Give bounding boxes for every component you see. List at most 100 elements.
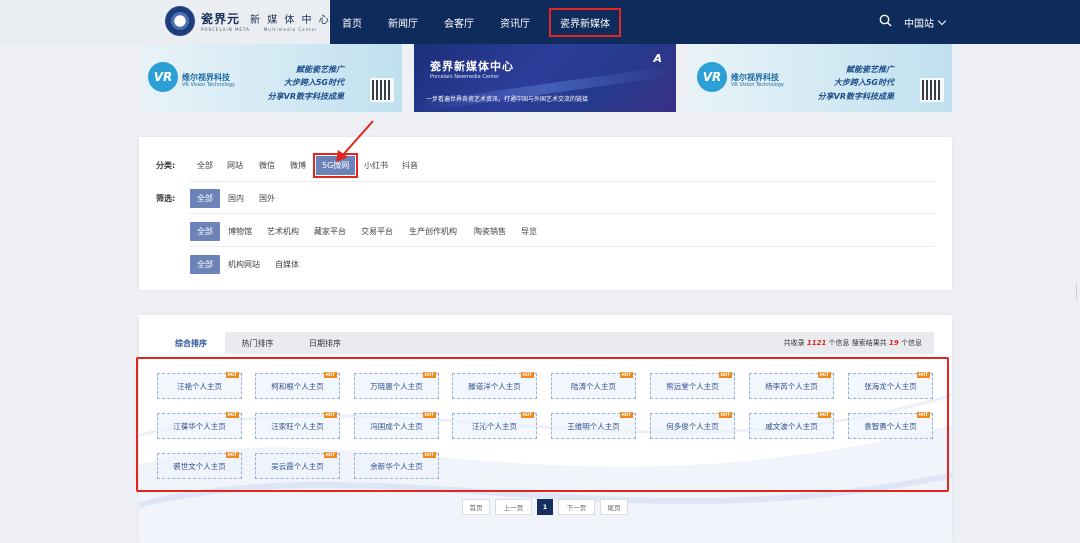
vr-logo-icon: VR — [148, 62, 178, 92]
profile-card-label: 柯和根个人主页 — [271, 381, 324, 391]
tab-date[interactable]: 日期排序 — [290, 332, 360, 354]
hot-badge: HOT — [422, 412, 436, 418]
type-museum[interactable]: 博物馆 — [228, 226, 252, 237]
banner-slogan-line1: 赋能瓷艺推广 — [296, 65, 344, 74]
type-all[interactable]: 全部 — [190, 222, 220, 241]
side-handle[interactable] — [1076, 283, 1080, 299]
annotation-arrow-icon — [336, 120, 374, 162]
chevron-down-icon — [937, 16, 947, 25]
hot-badge: HOT — [323, 412, 337, 418]
category-wechat[interactable]: 微信 — [259, 160, 275, 171]
main-nav: 首页 新闻厅 会客厅 资讯厅 瓷界新媒体 — [330, 0, 634, 44]
type-trading[interactable]: 交易平台 — [361, 226, 393, 237]
result-count: 共收录 1121 个信息 搜索结果共 19 个信息 — [783, 339, 922, 347]
nav-reception[interactable]: 会客厅 — [444, 15, 474, 30]
divider — [189, 246, 935, 247]
banner-company-name-en: VR Vision Technology — [182, 82, 236, 88]
search-icon[interactable] — [879, 14, 892, 27]
total-count: 1121 — [806, 339, 827, 347]
profile-card[interactable]: 杨李芮个人主页 HOT — [749, 372, 834, 399]
profile-card[interactable]: 袁智勇个人主页 HOT — [848, 412, 933, 439]
hot-badge: HOT — [422, 372, 436, 378]
sort-tabs: 综合排序 热门排序 日期排序 共收录 1121 个信息 搜索结果共 19 个信息 — [157, 332, 934, 354]
hot-badge: HOT — [916, 372, 930, 378]
banner-vr-right[interactable]: VR 维尔视界科技 VR Vision Technology 赋能瓷艺推广 大步… — [689, 44, 952, 112]
page-current[interactable]: 1 — [537, 499, 553, 515]
type-collector[interactable]: 藏家平台 — [314, 226, 346, 237]
profile-card[interactable]: 熊远堂个人主页 HOT — [650, 372, 735, 399]
page-first[interactable]: 首页 — [462, 499, 490, 515]
banner-media-center[interactable]: 瓷界新媒体中心 Porcelain Newmedia Center 一步看遍世界… — [414, 44, 676, 112]
site-all[interactable]: 全部 — [190, 255, 220, 274]
tab-popular[interactable]: 热门排序 — [225, 332, 290, 354]
banner-vr-left[interactable]: VR 维尔视界科技 VR Vision Technology 赋能瓷艺推广 大步… — [140, 44, 402, 112]
category-douyin[interactable]: 抖音 — [402, 160, 418, 171]
nav-info[interactable]: 资讯厅 — [500, 15, 530, 30]
profile-card-label: 陆涛个人主页 — [571, 381, 616, 391]
profile-card[interactable]: 滕道洋个人主页 HOT — [452, 372, 537, 399]
profile-card[interactable]: 柯和根个人主页 HOT — [255, 372, 340, 399]
banner-slogan-line3: 分享VR数字科技成果 — [817, 92, 894, 101]
category-weibo[interactable]: 微博 — [290, 160, 306, 171]
hot-badge: HOT — [817, 372, 831, 378]
profile-card[interactable]: 裘世文个人主页 HOT — [157, 452, 242, 479]
profile-card-label: 袁智勇个人主页 — [864, 421, 917, 431]
qr-code-icon — [370, 78, 394, 102]
profile-card[interactable]: 张海龙个人主页 HOT — [848, 372, 933, 399]
site-org[interactable]: 机构网站 — [228, 259, 260, 270]
type-guide[interactable]: 导览 — [521, 226, 537, 237]
type-ceramic-sales[interactable]: 陶瓷销售 — [474, 226, 506, 237]
banner-brand-mark-icon: A — [653, 52, 662, 65]
profile-card[interactable]: 汪沁个人主页 HOT — [452, 412, 537, 439]
profile-card-label: 冯国成个人主页 — [370, 421, 423, 431]
logo-en-title: PORCELAIN META — [201, 27, 250, 32]
profile-card[interactable]: 汪家旺个人主页 HOT — [255, 412, 340, 439]
profile-card[interactable]: 王维明个人主页 HOT — [551, 412, 636, 439]
page-next[interactable]: 下一页 — [558, 499, 595, 515]
hot-badge: HOT — [225, 452, 239, 458]
profile-card-label: 杨李芮个人主页 — [765, 381, 818, 391]
type-art-org[interactable]: 艺术机构 — [267, 226, 299, 237]
region-label: 中国站 — [904, 19, 934, 30]
page-prev[interactable]: 上一页 — [495, 499, 532, 515]
profile-card-label: 万晓惠个人主页 — [370, 381, 423, 391]
profile-card-label: 张海龙个人主页 — [864, 381, 917, 391]
nav-new-media[interactable]: 瓷界新媒体 — [549, 7, 621, 37]
profile-card[interactable]: 汪艳个人主页 HOT — [157, 372, 242, 399]
category-label: 分类: — [156, 161, 176, 170]
banner-company-name-en: VR Vision Technology — [731, 82, 785, 88]
page-last[interactable]: 尾页 — [600, 499, 628, 515]
tab-comprehensive[interactable]: 综合排序 — [157, 332, 225, 354]
banner-center-title-en: Porcelain Newmedia Center — [430, 74, 500, 80]
hot-badge: HOT — [916, 412, 930, 418]
profile-card-label: 汪沁个人主页 — [472, 421, 517, 431]
nav-home[interactable]: 首页 — [342, 15, 362, 30]
site-self-media[interactable]: 自媒体 — [275, 259, 299, 270]
category-website[interactable]: 网站 — [227, 160, 243, 171]
profile-card-label: 吴云霞个人主页 — [271, 461, 324, 471]
profile-card[interactable]: 冯国成个人主页 HOT — [354, 412, 439, 439]
region-domestic[interactable]: 国内 — [228, 193, 244, 204]
region-selector[interactable]: 中国站 — [904, 15, 947, 30]
profile-card-label: 戚文波个人主页 — [765, 421, 818, 431]
filter-panel: 分类: 全部 网站 微信 微博 5G微网 小红书 抖音 筛选: 全部 国内 国外… — [139, 137, 952, 290]
region-foreign[interactable]: 国外 — [259, 193, 275, 204]
banner-center-title: 瓷界新媒体中心 — [430, 60, 514, 73]
type-production[interactable]: 生产创作机构 — [409, 226, 457, 237]
profile-card[interactable]: 戚文波个人主页 HOT — [749, 412, 834, 439]
profile-card[interactable]: 何多俊个人主页 HOT — [650, 412, 735, 439]
profile-card[interactable]: 江葆华个人主页 HOT — [157, 412, 242, 439]
banner-slogan-line3: 分享VR数字科技成果 — [267, 92, 344, 101]
profile-card[interactable]: 吴云霞个人主页 HOT — [255, 452, 340, 479]
logo-en-subtitle: Multimedia Center — [263, 27, 318, 32]
profile-card-label: 汪家旺个人主页 — [271, 421, 324, 431]
profile-card[interactable]: 万晓惠个人主页 HOT — [354, 372, 439, 399]
category-all[interactable]: 全部 — [197, 160, 213, 171]
site-logo[interactable]: 瓷界元 新 媒 体 中 心 PORCELAIN META Multimedia … — [165, 6, 331, 36]
nav-news[interactable]: 新闻厅 — [388, 15, 418, 30]
profile-card[interactable]: 余新华个人主页 HOT — [354, 452, 439, 479]
profile-card[interactable]: 陆涛个人主页 HOT — [551, 372, 636, 399]
hot-badge: HOT — [225, 372, 239, 378]
region-all[interactable]: 全部 — [190, 189, 220, 208]
profile-card-label: 余新华个人主页 — [370, 461, 423, 471]
